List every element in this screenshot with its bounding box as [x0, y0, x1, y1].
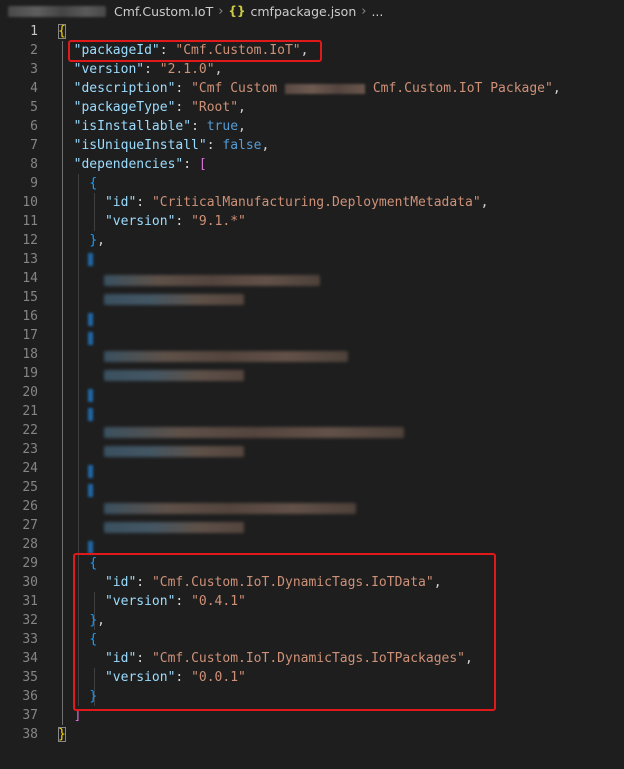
json-key: "id": [104, 651, 137, 666]
array-close-bracket: ]: [73, 708, 82, 723]
chevron-right-icon: ›: [361, 3, 367, 19]
line-number: 22: [22, 423, 38, 438]
line-number: 14: [22, 271, 38, 286]
json-key: "dependencies": [73, 157, 184, 172]
breadcrumb-symbol[interactable]: ...: [371, 4, 383, 19]
redacted-text: [104, 522, 244, 533]
line-number: 19: [22, 366, 38, 381]
json-key: "version": [104, 670, 176, 685]
breadcrumb: Cmf.Custom.IoT › {} cmfpackage.json › ..…: [0, 0, 624, 22]
line-number: 26: [22, 499, 38, 514]
redacted-text: [104, 503, 356, 514]
json-string: "0.0.1": [191, 670, 246, 685]
json-boolean: true: [206, 119, 239, 134]
line-number: 13: [22, 252, 38, 267]
json-key: "version": [73, 62, 145, 77]
redacted-text: [88, 465, 93, 478]
json-key: "id": [104, 575, 137, 590]
redacted-text: [104, 351, 348, 362]
redacted-text: [104, 446, 244, 457]
line-number: 16: [22, 309, 38, 324]
json-key: "version": [104, 594, 176, 609]
redacted-text: [88, 408, 93, 421]
json-string: Cmf.Custom.IoT Package": [372, 81, 553, 96]
line-number: 15: [22, 290, 38, 305]
line-number: 28: [22, 537, 38, 552]
line-number: 24: [22, 461, 38, 476]
redacted-text: [104, 427, 404, 438]
json-key: "packageId": [73, 43, 160, 58]
object-close-brace: }: [89, 233, 98, 248]
object-open-brace: {: [89, 632, 98, 647]
object-close-brace: }: [89, 689, 98, 704]
json-string: "Cmf.Custom.IoT.DynamicTags.IoTPackages": [151, 651, 466, 666]
line-number: 21: [22, 404, 38, 419]
redacted-path-segment: [8, 5, 106, 17]
chevron-right-icon: ›: [218, 3, 224, 19]
json-string: "Root": [191, 100, 239, 115]
open-brace: {: [58, 24, 66, 39]
code-editor[interactable]: 1 2 3 4 5 6 7 8 9 10 11 12 13 14 15 16 1…: [0, 22, 624, 769]
object-open-brace: {: [89, 556, 98, 571]
redacted-text: [88, 389, 93, 402]
object-open-brace: {: [89, 176, 98, 191]
breadcrumb-folder[interactable]: Cmf.Custom.IoT: [114, 4, 213, 19]
json-string: "Cmf Custom: [191, 81, 278, 96]
line-number: 17: [22, 328, 38, 343]
redacted-text: [88, 332, 93, 345]
redacted-text: [88, 253, 93, 266]
redacted-text: [88, 484, 93, 497]
redacted-text: [88, 541, 93, 554]
json-key: "id": [104, 195, 137, 210]
breadcrumb-file[interactable]: cmfpackage.json: [251, 4, 357, 19]
json-string: "2.1.0": [159, 62, 215, 77]
redacted-text: [104, 294, 244, 305]
line-number: 18: [22, 347, 38, 362]
json-string: "0.4.1": [191, 594, 246, 609]
json-string: "Cmf.Custom.IoT": [175, 43, 301, 58]
object-close-brace: }: [89, 613, 98, 628]
array-open-bracket: [: [198, 157, 207, 172]
json-boolean: false: [222, 138, 262, 153]
redacted-text: [104, 275, 320, 286]
line-number: 23: [22, 442, 38, 457]
redacted-text: [88, 313, 93, 326]
redacted-text: [284, 83, 365, 94]
json-file-icon: {}: [228, 4, 246, 18]
json-key: "packageType": [73, 100, 176, 115]
line-number: 27: [22, 518, 38, 533]
line-number: 20: [22, 385, 38, 400]
redacted-text: [104, 370, 244, 381]
close-brace: }: [58, 727, 66, 742]
json-string: "CriticalManufacturing.DeploymentMetadat…: [151, 195, 481, 210]
json-key: "isUniqueInstall": [73, 138, 207, 153]
json-key: "version": [104, 214, 176, 229]
json-key: "isInstallable": [73, 119, 192, 134]
line-number: 25: [22, 480, 38, 495]
json-string: "9.1.*": [191, 214, 246, 229]
json-key: "description": [73, 81, 176, 96]
json-string: "Cmf.Custom.IoT.DynamicTags.IoTData": [151, 575, 434, 590]
